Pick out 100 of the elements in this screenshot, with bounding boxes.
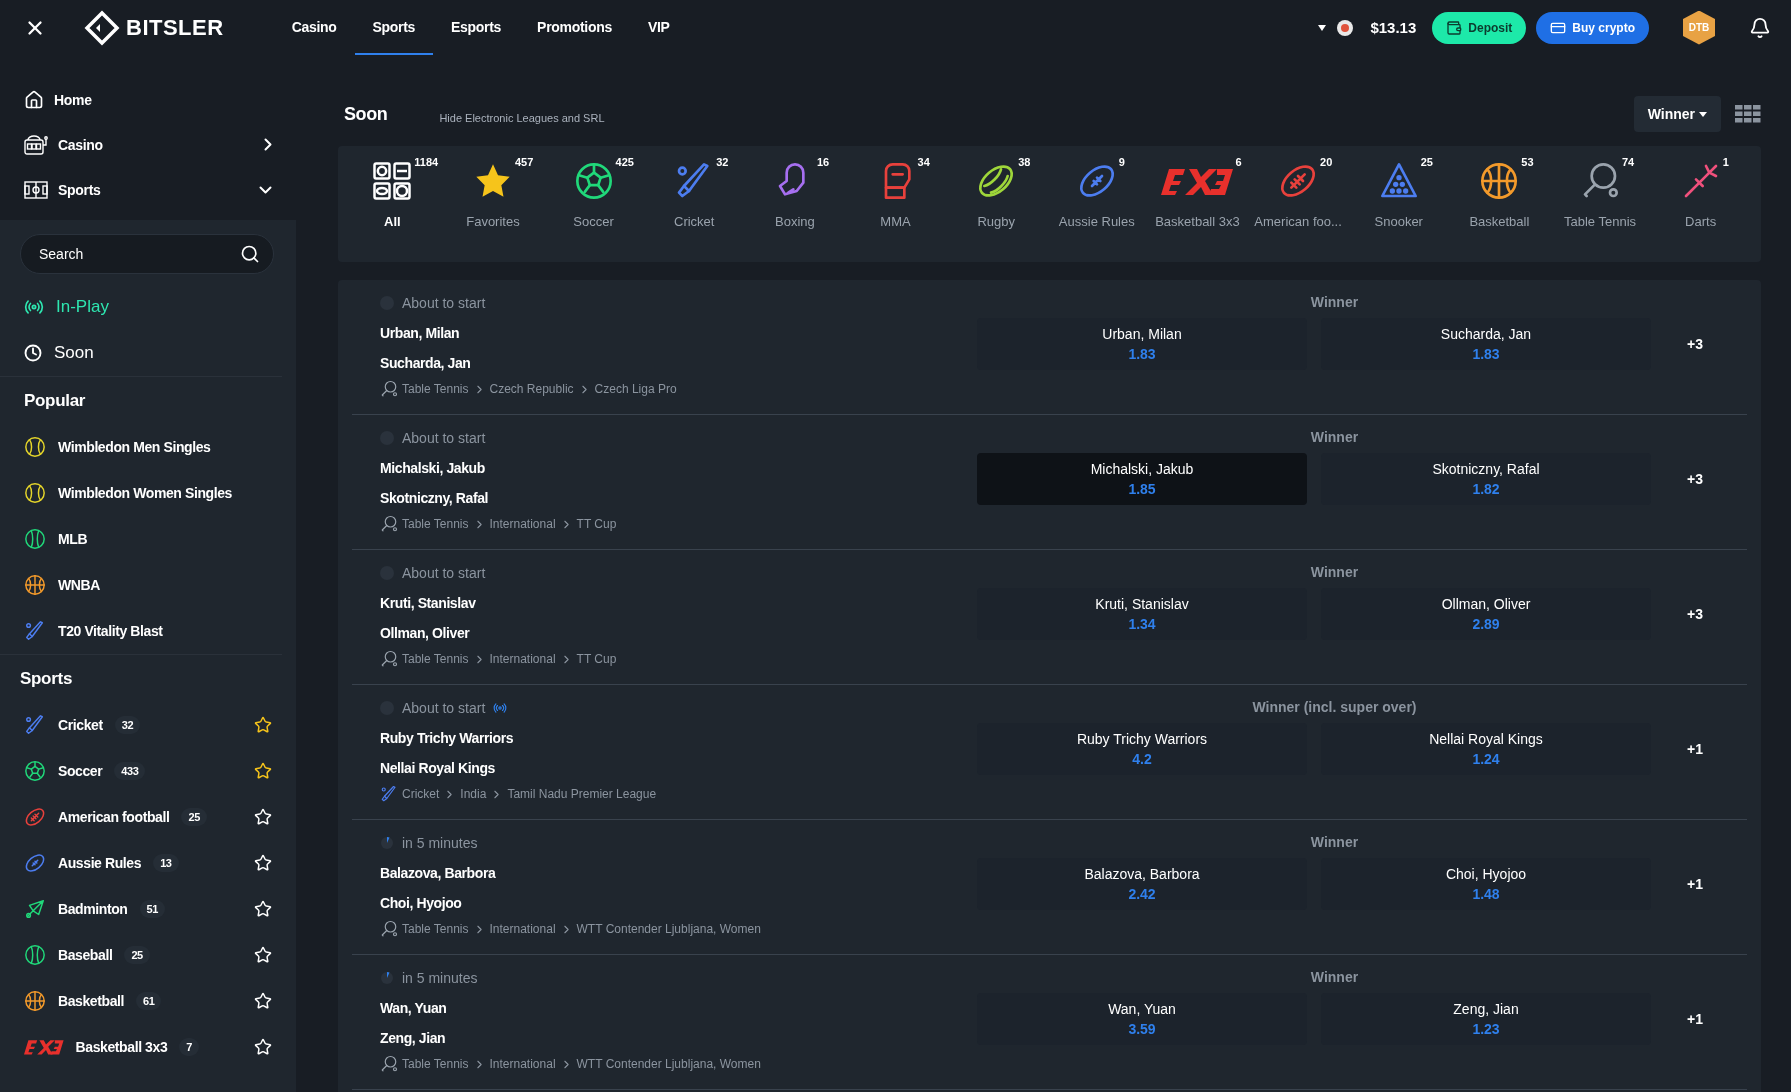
nav-tab[interactable]: Sports	[354, 0, 434, 55]
sidebar-menu-item[interactable]: Home	[0, 77, 296, 122]
team-name: Skotniczny, Rafal	[380, 489, 490, 507]
sidebar-item[interactable]: Cricket 32	[0, 702, 296, 748]
sport-filter-tab[interactable]: 425 Soccer	[543, 154, 644, 262]
nav-tab[interactable]: Casino	[273, 0, 355, 55]
star-icon[interactable]	[254, 762, 272, 780]
sport-filter-tab[interactable]: 6 Basketball 3x3	[1147, 154, 1248, 262]
more-markets-link[interactable]: +1	[1665, 876, 1725, 892]
bell-icon[interactable]	[1749, 16, 1771, 39]
sidebar-item[interactable]: Wimbledon Women Singles	[0, 470, 296, 516]
buy-crypto-button[interactable]: Buy crypto	[1536, 11, 1649, 44]
sidebar-item[interactable]: Aussie Rules 13	[0, 840, 296, 886]
sport-filter-tab[interactable]: 1 Darts	[1650, 154, 1751, 262]
event-status: About to start	[402, 430, 486, 446]
caret-icon[interactable]	[1318, 24, 1327, 31]
breadcrumb-link[interactable]: India	[460, 787, 487, 801]
sidebar-link[interactable]: In-Play	[0, 284, 296, 330]
football-icon	[24, 806, 46, 828]
count-badge: 51	[139, 900, 165, 918]
breadcrumb-link[interactable]: TT Cup	[576, 517, 617, 531]
chevron-down-icon	[259, 185, 272, 194]
odds-button[interactable]: Nellai Royal Kings 1.24	[1321, 723, 1651, 775]
sidebar-item[interactable]: Baseball 25	[0, 932, 296, 978]
sport-filter-tab[interactable]: 32 Cricket	[643, 154, 745, 262]
sidebar-item[interactable]: T20 Vitality Blast	[0, 608, 296, 654]
breadcrumb-link[interactable]: Table Tennis	[402, 1057, 469, 1071]
sport-filter-tab[interactable]: 1184 All	[342, 154, 443, 262]
sidebar-item[interactable]: Basketball 61	[0, 978, 296, 1024]
breadcrumb-link[interactable]: Table Tennis	[402, 652, 469, 666]
more-markets-link[interactable]: +3	[1665, 336, 1725, 352]
odds-button[interactable]: Wan, Yuan 3.59	[977, 993, 1307, 1045]
market-dropdown[interactable]: Winner	[1633, 96, 1721, 132]
filter-link[interactable]: Hide Electronic Leagues and SRL	[439, 112, 605, 124]
breadcrumb-link[interactable]: International	[489, 922, 556, 936]
odds-button[interactable]: Ruby Trichy Warriors 4.2	[977, 723, 1307, 775]
sidebar-item[interactable]: Basketball 3x3 7	[0, 1024, 296, 1070]
odds-button[interactable]: Balazova, Barbora 2.42	[977, 858, 1307, 910]
breadcrumb-link[interactable]: TT Cup	[576, 652, 617, 666]
sport-filter-tab[interactable]: 457 Favorites	[442, 154, 544, 262]
odds-button[interactable]: Urban, Milan 1.83	[977, 318, 1307, 370]
sidebar-item[interactable]: Badminton 51	[0, 886, 296, 932]
count-label: 1	[1722, 156, 1729, 168]
breadcrumb-link[interactable]: Cricket	[402, 787, 440, 801]
sport-filter-tab[interactable]: 53 Basketball	[1449, 154, 1550, 262]
search-field[interactable]: Search	[20, 234, 274, 274]
breadcrumb-link[interactable]: Czech Republic	[489, 382, 574, 396]
grid-view-icon[interactable]	[1735, 105, 1761, 123]
nav-tab[interactable]: Promotions	[519, 0, 630, 55]
sport-filter-tab[interactable]: 34 MMA	[845, 154, 946, 262]
more-markets-link[interactable]: +1	[1665, 741, 1725, 757]
sport-filter-tab[interactable]: 9 Aussie Rules	[1046, 154, 1148, 262]
odds-button[interactable]: Sucharda, Jan 1.83	[1321, 318, 1651, 370]
more-markets-link[interactable]: +3	[1665, 471, 1725, 487]
breadcrumb-link[interactable]: Table Tennis	[402, 382, 469, 396]
breadcrumb-link[interactable]: Tamil Nadu Premier League	[507, 787, 657, 801]
sport-filter-tab[interactable]: 16 Boxing	[744, 154, 846, 262]
slot-machine-icon	[24, 134, 48, 155]
odds-button[interactable]: Skotniczny, Rafal 1.82	[1321, 453, 1651, 505]
sport-filter-tab[interactable]: 38 Rugby	[945, 154, 1047, 262]
team-name: Zeng, Jian	[380, 1029, 447, 1047]
count-label: 25	[1420, 156, 1433, 168]
odds-button[interactable]: Ollman, Oliver 2.89	[1321, 588, 1651, 640]
event-status: About to start	[402, 565, 486, 581]
breadcrumb-link[interactable]: Table Tennis	[402, 517, 469, 531]
item-label: T20 Vitality Blast	[58, 623, 163, 639]
breadcrumb-link[interactable]: WTT Contender Ljubljana, Women	[576, 922, 761, 936]
nav-tab[interactable]: VIP	[629, 0, 688, 55]
filter-label: Basketball	[1469, 214, 1530, 229]
sport-filter-tab[interactable]: 25 Snooker	[1348, 154, 1450, 262]
breadcrumb-link[interactable]: International	[489, 1057, 556, 1071]
team-name: Choi, Hyojoo	[380, 894, 463, 912]
star-icon[interactable]	[254, 716, 272, 734]
odds-button[interactable]: Kruti, Stanislav 1.34	[977, 588, 1307, 640]
item-label: American football	[58, 809, 170, 825]
odds-button[interactable]: Choi, Hyojoo 1.48	[1321, 858, 1651, 910]
odds-button[interactable]: Michalski, Jakub 1.85	[977, 453, 1307, 505]
breadcrumb-link[interactable]: International	[489, 652, 556, 666]
sidebar-item[interactable]: Soccer 433	[0, 748, 296, 794]
odds-button[interactable]: Zeng, Jian 1.23	[1321, 993, 1651, 1045]
sidebar-menu-item[interactable]: Sports	[0, 167, 296, 212]
nav-tab[interactable]: Esports	[433, 0, 520, 55]
sidebar-item[interactable]: WNBA	[0, 562, 296, 608]
sidebar-menu-item[interactable]: Casino	[0, 122, 296, 167]
sport-filter-tab[interactable]: 74 Table Tennis	[1549, 154, 1651, 262]
count-label: 425	[615, 156, 634, 168]
deposit-button[interactable]: Deposit	[1432, 11, 1527, 44]
breadcrumb-link[interactable]: Table Tennis	[402, 922, 469, 936]
sport-filter-tab[interactable]: 20 American foo...	[1247, 154, 1349, 262]
filter-label: Snooker	[1374, 214, 1423, 229]
soccer-ball-icon	[24, 760, 46, 782]
sidebar-link[interactable]: Soon	[0, 330, 296, 376]
more-markets-link[interactable]: +1	[1665, 1011, 1725, 1027]
breadcrumb-link[interactable]: Czech Liga Pro	[594, 382, 677, 396]
breadcrumb-link[interactable]: International	[489, 517, 556, 531]
sidebar-item[interactable]: Wimbledon Men Singles	[0, 424, 296, 470]
sidebar-item[interactable]: American football 25	[0, 794, 296, 840]
more-markets-link[interactable]: +3	[1665, 606, 1725, 622]
breadcrumb-link[interactable]: WTT Contender Ljubljana, Women	[576, 1057, 761, 1071]
sidebar-item[interactable]: MLB	[0, 516, 296, 562]
